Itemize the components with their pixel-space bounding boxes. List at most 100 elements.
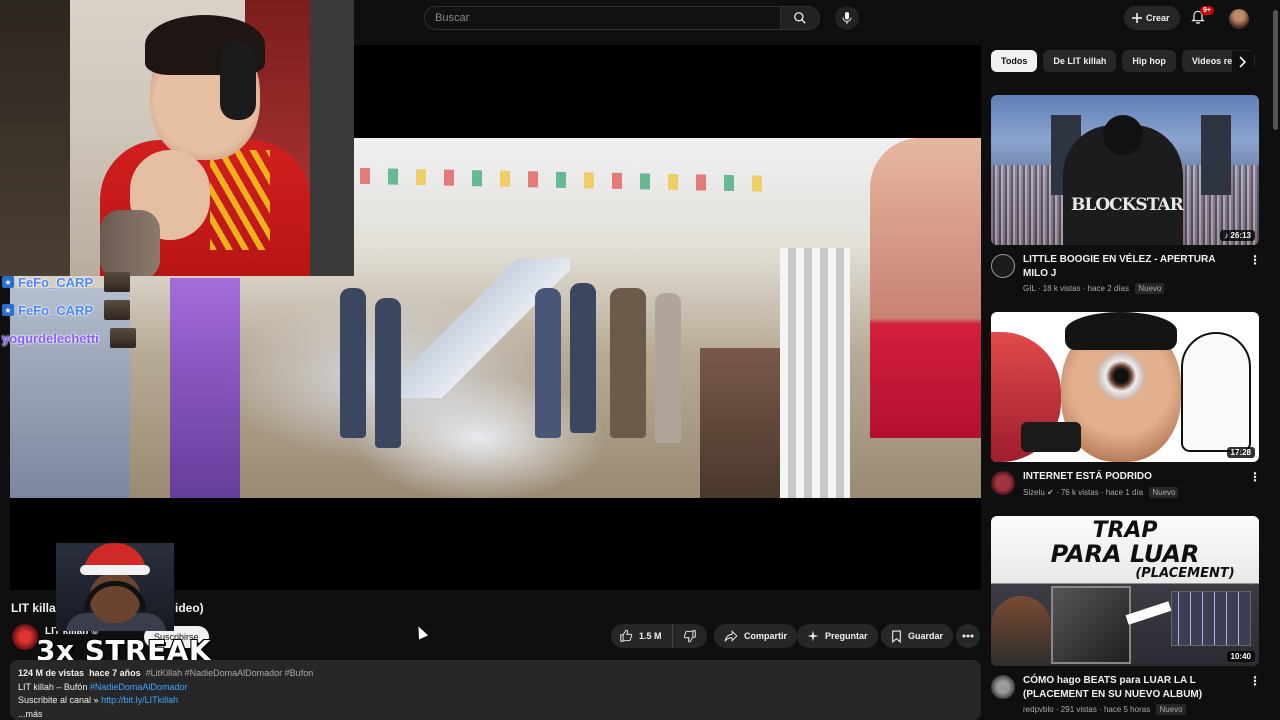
arrow-icon [1125, 601, 1172, 625]
voice-search-button[interactable] [835, 6, 859, 30]
sparkle-icon [807, 630, 819, 642]
chat-separator: · [97, 305, 101, 315]
upload-age: hace 5 horas [1103, 705, 1151, 714]
cam-shirt-stripes [210, 150, 270, 250]
chip-from-channel[interactable]: De LIT killah [1043, 50, 1117, 72]
dislike-button[interactable] [673, 624, 707, 648]
thumbs-down-icon [683, 630, 696, 643]
ask-button[interactable]: Preguntar [797, 624, 878, 648]
new-badge: Nuevo [1149, 486, 1179, 498]
search-icon [794, 12, 806, 24]
share-button[interactable]: Compartir [714, 624, 798, 648]
channel-avatar[interactable] [991, 675, 1015, 699]
notifications-button[interactable]: 9+ [1190, 6, 1214, 28]
chat-overlay: ★ FeFo_CARP · ★ FeFo_CARP · yogurdeleche… [0, 268, 180, 352]
view-count: 291 vistas [1060, 705, 1097, 714]
cam-background [0, 0, 70, 276]
scene-person [570, 283, 596, 433]
thumbs-up-icon [620, 629, 633, 642]
like-button[interactable]: 1.5 M [611, 624, 673, 648]
video-thumbnail[interactable]: TRAP PARA LUAR (PLACEMENT) 10:40 [991, 516, 1259, 666]
recommendation-meta: CÓMO hago BEATS para LUAR LA L (PLACEMEN… [991, 674, 1261, 715]
verified-icon: ✔ [1047, 487, 1054, 497]
recommendation-info: GIL · 18 k vistas · hace 2 días Nuevo [1023, 283, 1259, 294]
scene-curtain [170, 278, 240, 498]
scrollbar-thumb[interactable] [1273, 10, 1278, 130]
thumb-shirt-text: BLOCKSTAR [1071, 195, 1184, 215]
channel-name[interactable]: GIL [1023, 284, 1036, 293]
recommendation-item[interactable]: 17:28 INTERNET ESTÁ PODRIDO Sizelu ✔ · 7… [991, 312, 1261, 498]
channel-name[interactable]: redpvblo [1023, 705, 1054, 714]
description-text: Suscribite al canal » [18, 695, 99, 705]
save-group: Guardar [881, 624, 954, 648]
channel-avatar[interactable] [991, 471, 1015, 495]
description-stats: 124 M de vistas hace 7 años #LitKillah #… [18, 667, 973, 681]
recommendation-meta: LITTLE BOOGIE EN VÉLEZ - APERTURA MILO J… [991, 253, 1261, 294]
thumb-title-line: PARA LUAR [1050, 540, 1200, 568]
thumb-ghost [1181, 332, 1251, 452]
thumb-title-line: (PLACEMENT) [1135, 566, 1235, 581]
chip-hip-hop[interactable]: Hip hop [1122, 50, 1176, 72]
more-vertical-icon[interactable]: ⋮ [1249, 674, 1261, 688]
description-box[interactable]: 124 M de vistas hace 7 años #LitKillah #… [10, 660, 981, 720]
description-text: LIT killah – Bufón [18, 681, 88, 692]
plus-icon [1132, 13, 1142, 23]
recommendation-info: Sizelu ✔ · 76 k vistas · hace 1 día Nuev… [1023, 486, 1259, 498]
channel-avatar[interactable] [991, 254, 1015, 278]
emote-icon [104, 272, 131, 292]
chips-next-button[interactable] [1232, 51, 1254, 73]
thumb-album-cover [1051, 586, 1131, 664]
video-duration: 10:40 [1226, 651, 1255, 662]
video-duration: 17:28 [1226, 447, 1255, 458]
recommendation-title[interactable]: INTERNET ESTÁ PODRIDO [1023, 470, 1233, 484]
view-count: 76 k vistas [1060, 487, 1099, 497]
recommendation-item[interactable]: BLOCKSTAR ♪ 26:13 LITTLE BOOGIE EN VÉLEZ… [991, 95, 1261, 294]
scene-fence [780, 248, 850, 498]
upload-age: hace 1 día [1105, 487, 1144, 497]
channel-avatar[interactable] [12, 624, 38, 650]
thumb-daw [1171, 591, 1251, 646]
recommendation-title[interactable]: LITTLE BOOGIE EN VÉLEZ - APERTURA MILO J [1023, 253, 1233, 280]
youtube-watch-page: Crear 9+ [0, 0, 1280, 720]
search-input[interactable] [424, 6, 780, 30]
description-line: ...más [18, 708, 973, 720]
hashtags[interactable]: #LitKillah #NadieDomaAlDomador #Bufon [146, 668, 314, 678]
video-thumbnail[interactable]: 17:28 [991, 312, 1259, 462]
account-avatar[interactable] [1229, 9, 1249, 29]
chat-username: yogurdelechetti [2, 330, 99, 346]
create-button[interactable]: Crear [1124, 6, 1180, 30]
hashtag-link[interactable]: #NadieDomaAlDomador [90, 682, 188, 692]
video-title-end: ideo) [175, 601, 204, 615]
more-actions-button[interactable] [956, 624, 980, 648]
search-button[interactable] [780, 6, 820, 30]
scene-person [610, 288, 646, 438]
upload-age: hace 7 años [89, 668, 141, 678]
thumb-person [991, 596, 1051, 666]
scene-chair [700, 348, 790, 498]
save-label: Guardar [908, 631, 944, 641]
scene-flags [360, 168, 780, 192]
channel-name[interactable]: Sizelu [1023, 488, 1045, 497]
video-title: LIT killa ideo) [11, 601, 204, 615]
cam-headset [220, 40, 256, 120]
share-icon [724, 630, 738, 642]
page-scrollbar[interactable] [1271, 0, 1280, 720]
show-more-link[interactable]: ...más [18, 709, 43, 719]
video-thumbnail[interactable]: BLOCKSTAR ♪ 26:13 [991, 95, 1259, 245]
more-vertical-icon[interactable]: ⋮ [1249, 253, 1261, 267]
santa-hat-fur [80, 565, 150, 575]
channel-url-link[interactable]: http://bit.ly/LITkillah [101, 695, 178, 705]
chevron-right-icon [1239, 56, 1247, 68]
save-button[interactable]: Guardar [881, 624, 954, 648]
chip-all[interactable]: Todos [991, 50, 1038, 72]
subscriber-badge-icon: ★ [2, 276, 14, 288]
recommendation-title[interactable]: CÓMO hago BEATS para LUAR LA L (PLACEMEN… [1023, 674, 1233, 701]
thumb-hair [1065, 312, 1177, 350]
new-badge: Nuevo [1135, 283, 1165, 294]
more-vertical-icon[interactable]: ⋮ [1249, 470, 1261, 484]
filter-chips: Todos De LIT killah Hip hop Videos relac [991, 50, 1261, 72]
ask-group: Preguntar [797, 624, 878, 648]
emote-icon [109, 328, 136, 348]
share-group: Compartir [714, 624, 798, 648]
recommendation-item[interactable]: TRAP PARA LUAR (PLACEMENT) 10:40 CÓMO ha… [991, 516, 1261, 715]
